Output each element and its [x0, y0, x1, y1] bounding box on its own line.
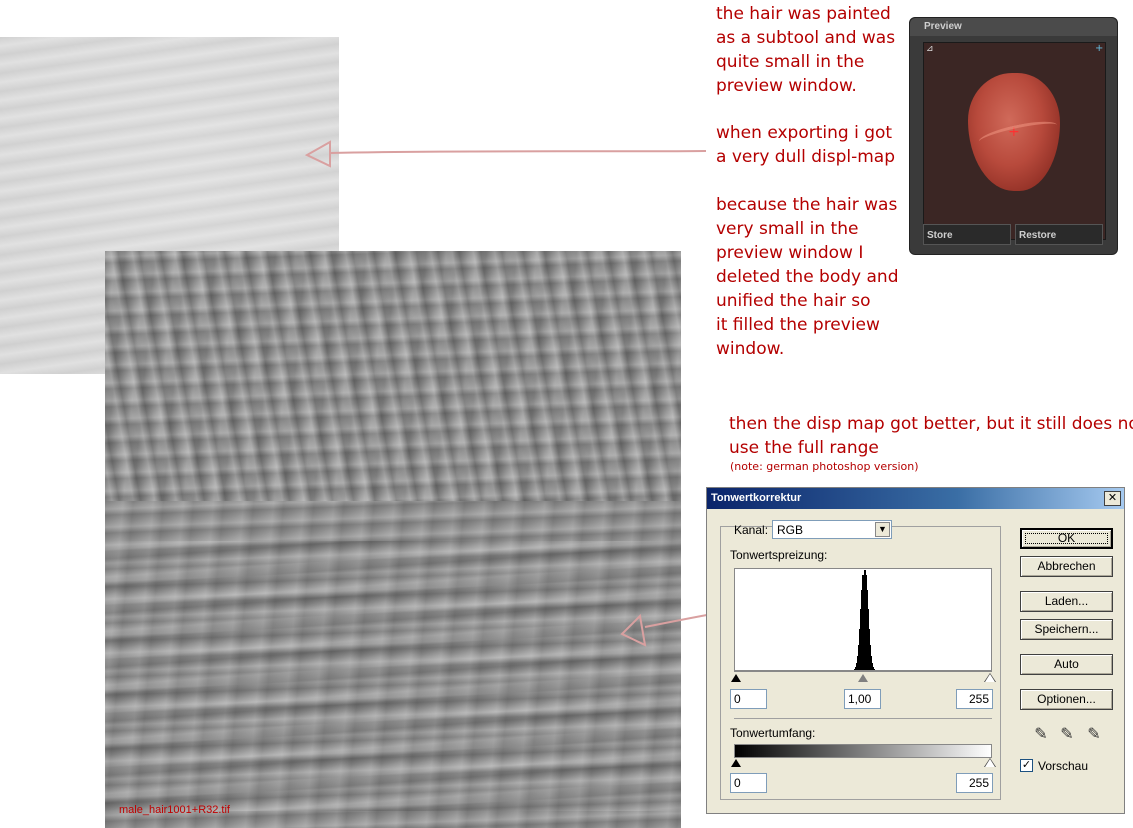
output-black-field[interactable]: 0: [730, 773, 767, 793]
input-white-slider[interactable]: [984, 673, 996, 683]
channel-label: Kanal:: [734, 523, 769, 537]
store-button[interactable]: Store: [923, 224, 1011, 245]
arrow-to-dull-map: [304, 140, 707, 168]
note-dull-map: when exporting i got a very dull displ-m…: [716, 123, 895, 167]
dialog-title: Tonwertkorrektur: [707, 488, 1124, 509]
ok-button[interactable]: OK: [1020, 528, 1113, 549]
histogram-axis: [734, 671, 992, 672]
pivot-cross-icon: +: [1008, 124, 1020, 140]
output-gradient-bar: [734, 744, 992, 758]
input-black-field[interactable]: 0: [730, 689, 767, 709]
black-eyedropper-icon[interactable]: ✎: [1031, 725, 1051, 745]
note-hair-subtool: the hair was painted as a subtool and wa…: [716, 4, 896, 96]
note-full-range: then the disp map got better, but it sti…: [729, 414, 1133, 458]
hair-model-thumbnail: +: [968, 73, 1060, 191]
output-white-slider[interactable]: [984, 758, 996, 768]
gray-eyedropper-icon[interactable]: ✎: [1057, 725, 1077, 745]
white-eyedropper-icon[interactable]: ✎: [1084, 725, 1104, 745]
input-levels-label: Tonwertspreizung:: [730, 548, 828, 562]
levels-dialog: Tonwertkorrektur ✕ Kanal: RGB ▼ Tonwerts…: [706, 487, 1125, 814]
load-button[interactable]: Laden...: [1020, 591, 1113, 612]
preview-expand-icon[interactable]: +: [1095, 44, 1103, 54]
levels-separator: [734, 718, 992, 719]
save-button[interactable]: Speichern...: [1020, 619, 1113, 640]
preview-viewport[interactable]: ⊿ + +: [923, 42, 1106, 240]
preview-pin-icon[interactable]: ⊿: [926, 45, 934, 54]
zbrush-preview-panel: Preview ⊿ + + Store Restore: [909, 17, 1118, 255]
cancel-button[interactable]: Abbrechen: [1020, 556, 1113, 577]
input-black-slider[interactable]: [731, 674, 741, 682]
input-white-field[interactable]: 255: [956, 689, 993, 709]
preview-checkbox-label: Vorschau: [1038, 759, 1089, 773]
texture-hair-strands-top: [105, 251, 681, 501]
channel-select-value: RGB: [777, 523, 804, 537]
output-white-field[interactable]: 255: [956, 773, 993, 793]
texture-hair-strands-bottom: [105, 541, 681, 811]
options-button[interactable]: Optionen...: [1020, 689, 1113, 710]
output-black-slider[interactable]: [731, 759, 741, 767]
restore-button[interactable]: Restore: [1015, 224, 1103, 245]
histogram-bar: [873, 669, 875, 670]
chevron-down-icon[interactable]: ▼: [875, 522, 890, 537]
channel-select[interactable]: RGB ▼: [772, 520, 892, 539]
input-gamma-field[interactable]: 1,00: [844, 689, 881, 709]
close-icon[interactable]: ✕: [1104, 491, 1121, 506]
histogram: [734, 568, 992, 671]
preview-checkbox[interactable]: ✓: [1020, 759, 1033, 772]
note-unified-hair: because the hair was very small in the p…: [716, 195, 899, 359]
output-levels-label: Tonwertumfang:: [730, 726, 816, 740]
improved-displacement-map-image: male_hair1001+R32.tif: [105, 251, 681, 828]
note-german-version: (note: german photoshop version): [730, 460, 919, 473]
input-gamma-slider[interactable]: [858, 674, 868, 682]
auto-button[interactable]: Auto: [1020, 654, 1113, 675]
preview-panel-title: Preview: [910, 18, 1117, 36]
texture-filename-caption: male_hair1001+R32.tif: [119, 804, 230, 816]
